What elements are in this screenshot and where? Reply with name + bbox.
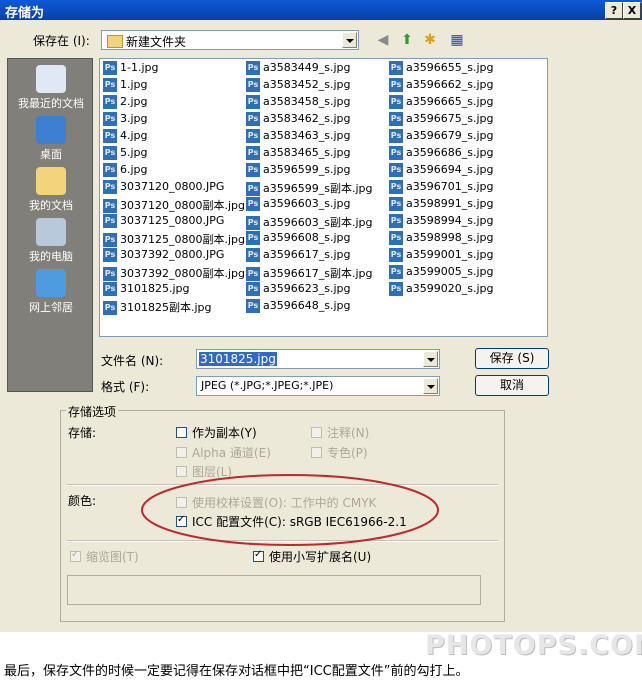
annotation-ellipse xyxy=(141,474,439,546)
save-as-dialog: 存储为 ? X 保存在 (I): 新建文件夹 ◀ ⬆ ✱ ▦ 我最近的文档 桌面… xyxy=(0,0,642,632)
caption-area: PHOTOPS.COM 最后，保存文件的时候一定要记得在保存对话框中把“ICC配… xyxy=(0,630,642,690)
caption-text: 最后，保存文件的时候一定要记得在保存对话框中把“ICC配置文件”前的勾打上。 xyxy=(4,664,469,679)
watermark: PHOTOPS.COM xyxy=(425,630,642,661)
